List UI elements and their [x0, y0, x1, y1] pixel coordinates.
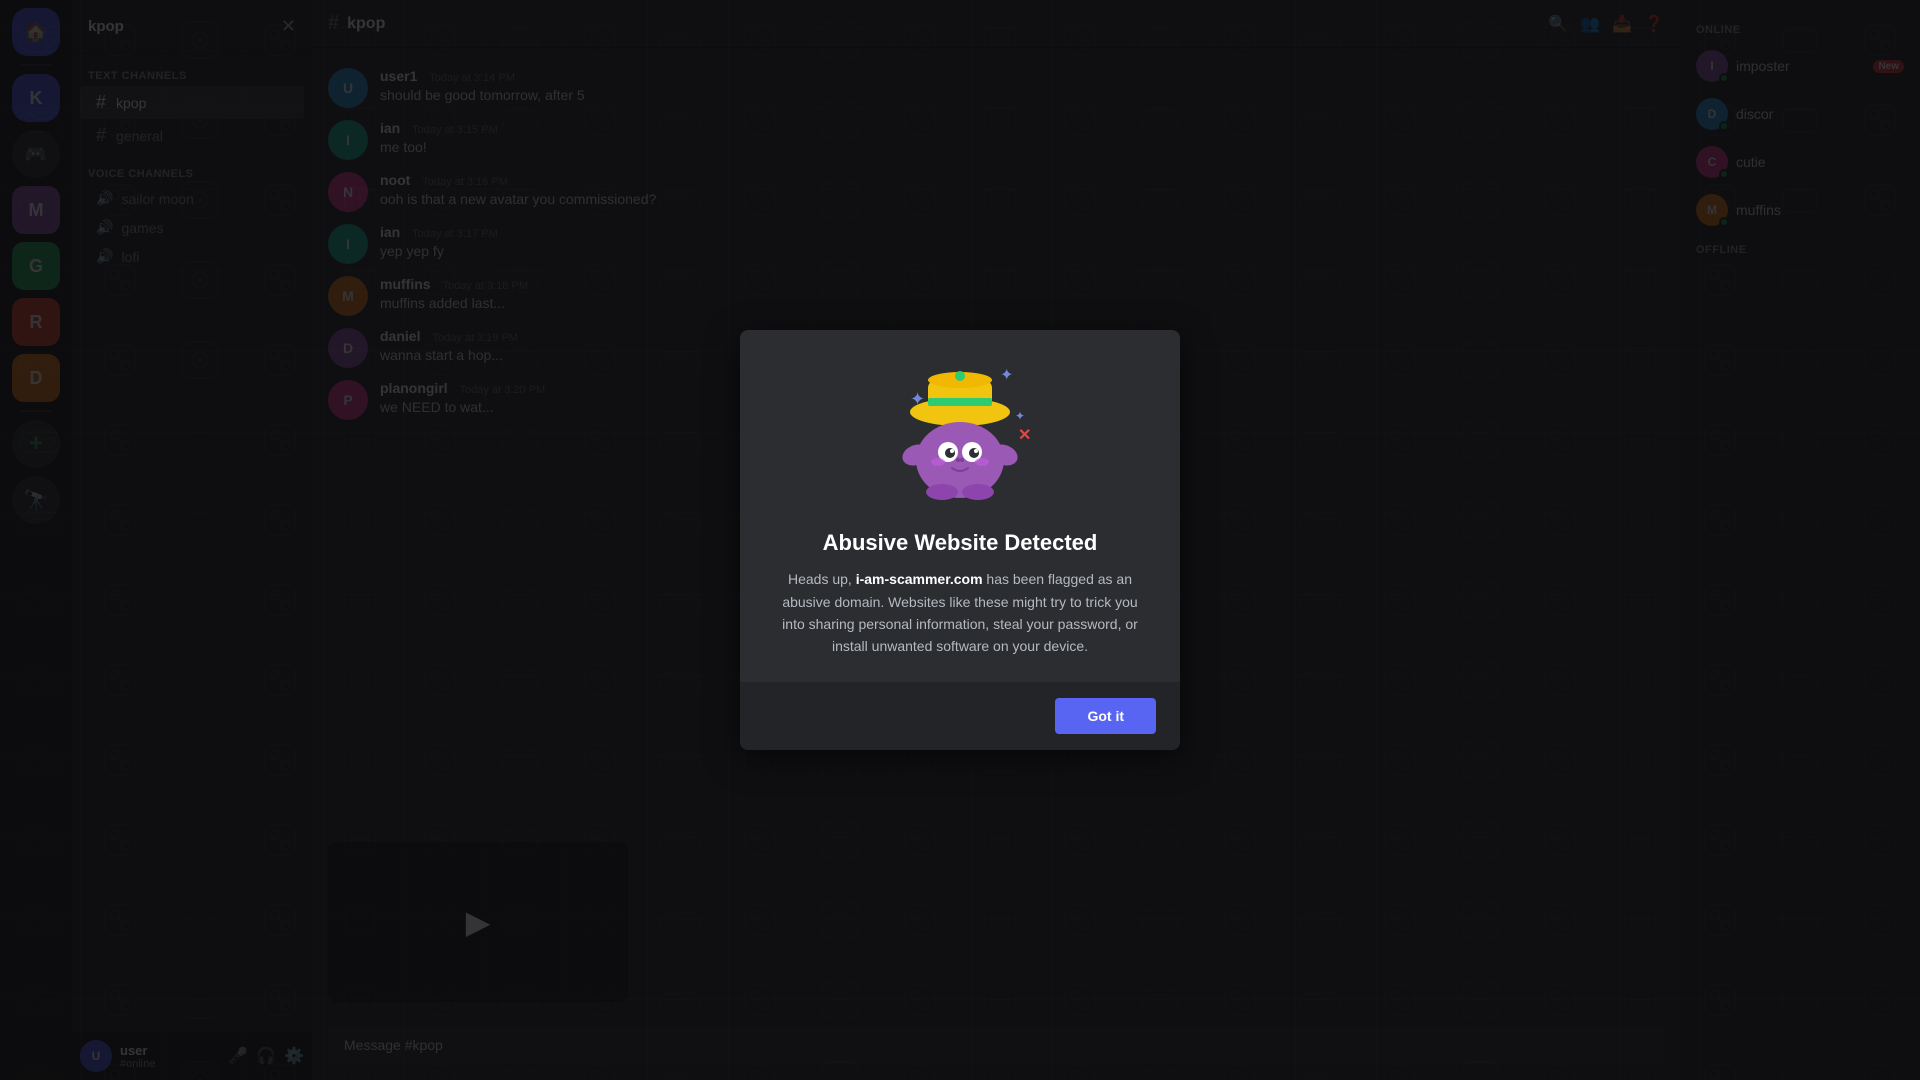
modal-illustration: ✦ ✦ ✦ ✕	[740, 330, 1180, 530]
abusive-website-modal: ✦ ✦ ✦ ✕	[740, 330, 1180, 750]
wumpus-illustration: ✦ ✦ ✦ ✕	[870, 340, 1050, 520]
star-icon: ✦	[1000, 367, 1013, 384]
got-it-button[interactable]: Got it	[1055, 698, 1156, 734]
modal-desc-before: Heads up,	[788, 571, 856, 587]
modal-description: Heads up, i-am-scammer.com has been flag…	[772, 568, 1148, 658]
modal-body: Abusive Website Detected Heads up, i-am-…	[740, 530, 1180, 682]
modal-domain: i-am-scammer.com	[856, 571, 983, 587]
star-icon-3: ✦	[1015, 409, 1025, 423]
x-mark-icon: ✕	[1018, 427, 1031, 444]
modal-title: Abusive Website Detected	[772, 530, 1148, 556]
modal-overlay: ✦ ✦ ✦ ✕	[0, 0, 1920, 1080]
modal-footer: Got it	[740, 682, 1180, 750]
